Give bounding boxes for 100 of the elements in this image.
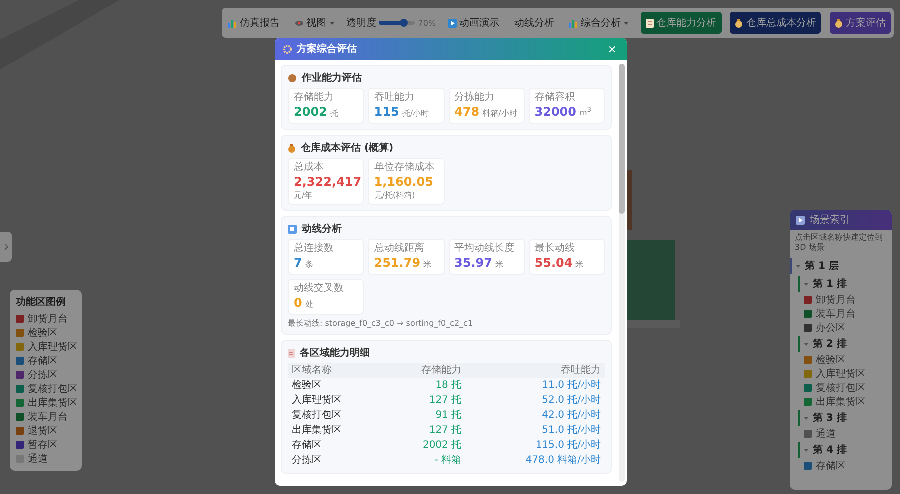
legend-label: 退货区 — [28, 424, 58, 438]
gear-icon — [283, 44, 292, 54]
zone-item[interactable]: 卸货月台 — [790, 293, 892, 307]
stat-value: 251.79 — [374, 255, 421, 271]
table-cell-text: 出库集货区 — [291, 424, 343, 438]
stat-unit: 处 — [305, 299, 314, 310]
legend-label: 分拣区 — [28, 368, 58, 382]
toolbar-button[interactable]: 方案评估 — [830, 12, 891, 34]
stat-unit: 元/年 — [294, 190, 313, 201]
stat-value: 478 — [454, 104, 480, 120]
caret-icon — [804, 282, 809, 286]
scene-index-hint: 点击区域名称快速定位到 3D 场景 — [794, 232, 884, 254]
stat-value: 1,160.05 — [374, 174, 434, 190]
clipboard-icon — [288, 348, 295, 358]
stat-label: 分拣能力 — [454, 92, 496, 104]
close-button[interactable]: × — [606, 42, 619, 56]
table-cell-text: 478.0 料箱/小时 — [524, 454, 602, 468]
legend-label: 装车月台 — [28, 410, 68, 424]
stat-label: 动线交叉数 — [294, 283, 345, 295]
toolbar-button[interactable]: 仓库总成本分析 — [730, 12, 822, 34]
zone-item[interactable]: 存储区 — [790, 459, 892, 473]
table-cell-text: - 料箱 — [434, 454, 463, 468]
caret-icon — [804, 416, 809, 420]
opacity-slider[interactable] — [379, 21, 416, 25]
row-node[interactable]: 第 1 排 — [798, 276, 892, 292]
stat-value: 0 — [294, 295, 302, 311]
longest-route-note: 最长动线: storage_f0_c3_c0 → sorting_f0_c2_c1 — [288, 318, 474, 329]
stat-value: 35.97 — [454, 255, 492, 271]
stat-unit: 米 — [424, 259, 432, 270]
stat-unit: 条 — [305, 259, 314, 270]
table-cell-text: 91 托 — [434, 408, 463, 423]
table-cell-text: 51.0 托/小时 — [541, 424, 602, 438]
table-cell-text: 52.0 托/小时 — [541, 394, 602, 408]
section-title: 动线分析 — [302, 222, 342, 236]
stat-label: 最长动线 — [534, 243, 576, 255]
zone-item[interactable]: 办公区 — [790, 321, 892, 335]
opacity-label: 透明度 — [346, 16, 376, 30]
section-title: 各区域能力明细 — [300, 346, 370, 360]
section-title: 仓库成本评估 (概算) — [301, 141, 394, 155]
floor-node[interactable]: 第 1 层 — [790, 258, 892, 274]
stat-unit: m$^{3}$ — [580, 106, 592, 118]
scrollbar[interactable] — [619, 64, 625, 482]
expand-tab[interactable] — [0, 232, 12, 262]
legend-label: 复核打包区 — [28, 382, 78, 396]
zone-item[interactable]: 入库理货区 — [790, 367, 892, 381]
legend-label: 出库集货区 — [28, 396, 78, 410]
row-node[interactable]: 第 4 排 — [798, 442, 892, 458]
stat-label: 吞吐能力 — [374, 92, 416, 104]
caret-icon — [804, 342, 809, 346]
stat-label: 平均动线长度 — [454, 243, 516, 255]
stat-unit: 米 — [576, 259, 584, 270]
dialog-title: 方案综合评估 — [297, 42, 358, 56]
zone-item[interactable]: 出库集货区 — [790, 395, 892, 409]
money-bag-icon — [288, 144, 296, 152]
stat-value: 7 — [294, 255, 302, 271]
legend-label: 暂存区 — [28, 438, 58, 452]
stat-value: 32000 — [534, 104, 576, 120]
play-icon — [448, 18, 457, 28]
zone-item[interactable]: 通道 — [790, 427, 892, 441]
caret-icon — [330, 22, 335, 24]
stat-value: 115 — [374, 104, 400, 120]
stat-value: 55.04 — [534, 255, 573, 271]
legend-label: 入库理货区 — [28, 340, 78, 354]
stat-label: 总动线距离 — [374, 243, 426, 255]
stat-unit: 托/小时 — [402, 108, 430, 119]
stat-unit: 托 — [330, 108, 338, 119]
table-cell-text: 分拣区 — [291, 454, 323, 468]
eye-icon — [294, 20, 304, 26]
caret-icon — [804, 448, 809, 452]
stat-label: 总成本 — [294, 162, 325, 174]
zone-item[interactable]: 复核打包区 — [790, 381, 892, 395]
stat-unit: 料箱/小时 — [482, 108, 518, 119]
column-header: 存储能力 — [385, 363, 466, 378]
opacity-value: 70% — [418, 18, 436, 28]
bar-chart-icon — [568, 18, 578, 28]
toolbar-button[interactable]: 仓库能力分析 — [640, 12, 722, 34]
money-bag-icon — [735, 18, 744, 28]
chevron-right-icon — [4, 243, 8, 251]
stat-unit: 米 — [495, 259, 504, 270]
stat-unit: 元/托(料箱) — [374, 190, 416, 201]
table-cell-text: 复核打包区 — [291, 408, 343, 423]
scene-index-title: 场景索引 — [810, 214, 850, 227]
table-cell-text: 入库理货区 — [291, 394, 343, 408]
stat-value: 2,322,417 — [294, 174, 362, 190]
legend-label: 检验区 — [28, 326, 58, 340]
zone-item[interactable]: 检验区 — [790, 353, 892, 367]
caret-icon — [796, 264, 801, 268]
row-node[interactable]: 第 2 排 — [798, 336, 892, 352]
table-cell-text: 127 托 — [428, 424, 463, 438]
document-icon — [646, 18, 654, 28]
row-node[interactable]: 第 3 排 — [798, 410, 892, 426]
column-header: 吞吐能力 — [466, 363, 605, 378]
legend-label: 存储区 — [28, 354, 58, 368]
legend-label: 卸货月台 — [28, 312, 68, 326]
stat-value: 2002 — [294, 104, 328, 120]
zone-item[interactable]: 装车月台 — [790, 307, 892, 321]
chart-square-icon — [288, 224, 297, 234]
table-cell-text: 115.0 托/小时 — [534, 438, 602, 453]
stat-label: 单位存储成本 — [374, 162, 436, 174]
money-bag-icon — [834, 18, 843, 28]
